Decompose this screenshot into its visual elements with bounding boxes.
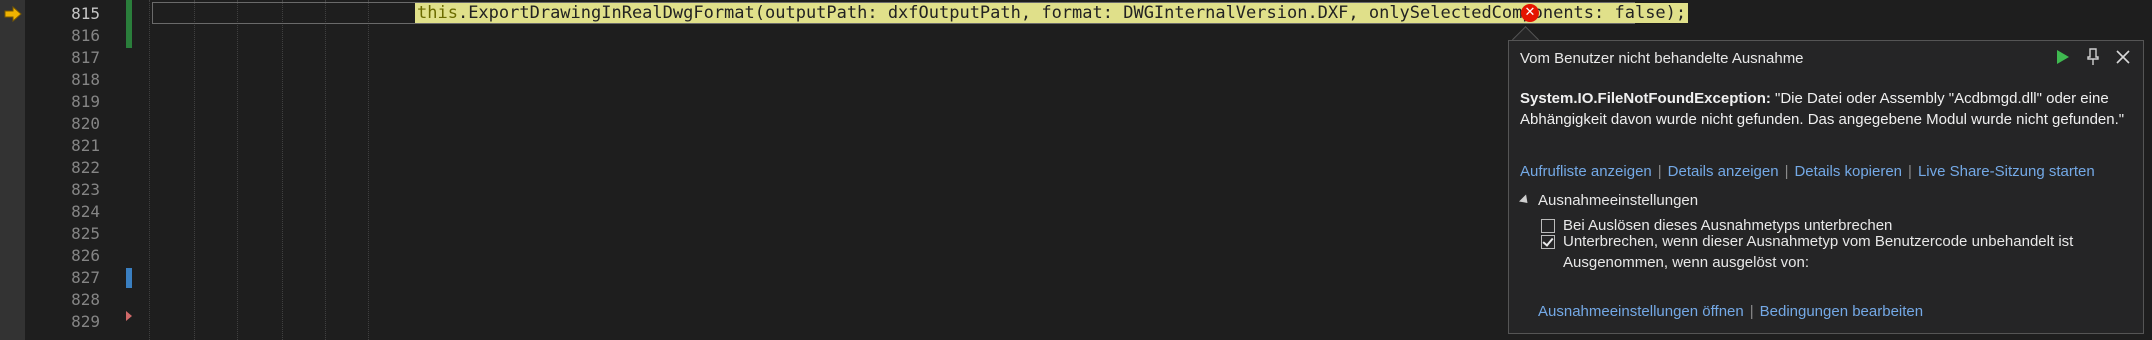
action-links: Aufrufliste anzeigen | Details anzeigen | De… bbox=[1520, 163, 2095, 180]
exception-settings-header[interactable]: Ausnahmeeinstellungen bbox=[1518, 192, 1699, 209]
exception-message: System.IO.FileNotFoundException: "Die Da… bbox=[1520, 88, 2125, 130]
current-statement[interactable]: this.ExportDrawingInRealDwgFormat(output… bbox=[415, 2, 1689, 24]
show-call-stack-link[interactable]: Aufrufliste anzeigen bbox=[1520, 163, 1652, 180]
line-number: 825 bbox=[71, 224, 100, 243]
link-separator: | bbox=[1908, 163, 1912, 180]
popup-title: Vom Benutzer nicht behandelte Ausnahme bbox=[1520, 50, 1804, 67]
line-number: 818 bbox=[71, 70, 100, 89]
indent-guide bbox=[194, 0, 195, 340]
link-separator: | bbox=[1657, 163, 1662, 180]
line-number: 817 bbox=[71, 48, 100, 67]
indent-guide bbox=[282, 0, 283, 340]
line-number: 823 bbox=[71, 180, 100, 199]
line-number: 827 bbox=[71, 268, 100, 287]
show-details-link[interactable]: Details anzeigen bbox=[1668, 163, 1779, 180]
break-unhandled-checkbox[interactable] bbox=[1541, 235, 1555, 249]
open-exception-settings-link[interactable]: Ausnahmeeinstellungen öffnen bbox=[1538, 303, 1744, 320]
change-indicator bbox=[126, 0, 132, 48]
indent-guide bbox=[325, 0, 326, 340]
exception-helper-popup: Vom Benutzer nicht behandelte Ausnahme S… bbox=[1508, 40, 2144, 334]
continue-icon bbox=[2057, 50, 2069, 64]
settings-links: Ausnahmeeinstellungen öffnen | Bedingungen… bbox=[1538, 303, 1923, 320]
close-icon bbox=[2116, 50, 2130, 64]
collapse-triangle-icon bbox=[1518, 194, 1532, 207]
edit-conditions-link[interactable]: Bedingungen bearbeiten bbox=[1760, 303, 1923, 320]
line-number: 826 bbox=[71, 246, 100, 265]
except-when-thrown-label: Ausgenommen, wenn ausgelöst von: bbox=[1563, 254, 1809, 271]
link-separator: | bbox=[1749, 303, 1754, 320]
break-unhandled-option[interactable]: Unterbrechen, wenn dieser Ausnahmetyp vo… bbox=[1541, 231, 2111, 273]
execution-pointer-icon bbox=[4, 6, 22, 22]
statement-text: .ExportDrawingInRealDwgFormat(outputPath… bbox=[457, 3, 1687, 23]
start-live-share-link[interactable]: Live Share-Sitzung starten bbox=[1918, 163, 2095, 180]
pin-icon bbox=[2087, 48, 2099, 65]
popup-controls bbox=[2053, 47, 2133, 67]
error-icon[interactable]: ✕ bbox=[1521, 4, 1539, 22]
keyword-this: this bbox=[417, 3, 458, 23]
line-number: 816 bbox=[71, 26, 100, 45]
change-indicator-unsaved bbox=[126, 268, 132, 288]
break-unhandled-text: Unterbrechen, wenn dieser Ausnahmetyp vo… bbox=[1563, 233, 2074, 250]
pin-button[interactable] bbox=[2083, 47, 2103, 67]
continue-button[interactable] bbox=[2053, 47, 2073, 67]
line-number: 828 bbox=[71, 290, 100, 309]
close-button[interactable] bbox=[2113, 47, 2133, 67]
indent-guide bbox=[368, 0, 369, 340]
bookmark-marker-icon bbox=[126, 311, 132, 321]
line-number: 819 bbox=[71, 92, 100, 111]
line-number: 815 bbox=[71, 4, 100, 23]
line-number: 821 bbox=[71, 136, 100, 155]
link-separator: | bbox=[1784, 163, 1789, 180]
line-numbers: 815 816 817 818 819 820 821 822 823 824 … bbox=[36, 0, 102, 340]
exception-type: System.IO.FileNotFoundException: bbox=[1520, 90, 1771, 107]
glyph-margin[interactable] bbox=[0, 0, 25, 340]
line-number: 829 bbox=[71, 312, 100, 331]
break-unhandled-label: Unterbrechen, wenn dieser Ausnahmetyp vo… bbox=[1563, 231, 2073, 273]
line-number: 824 bbox=[71, 202, 100, 221]
line-number: 820 bbox=[71, 114, 100, 133]
indent-guide bbox=[237, 0, 238, 340]
indent-guide bbox=[149, 0, 150, 340]
exception-settings-label: Ausnahmeeinstellungen bbox=[1538, 192, 1699, 209]
line-number: 822 bbox=[71, 158, 100, 177]
copy-details-link[interactable]: Details kopieren bbox=[1794, 163, 1902, 180]
